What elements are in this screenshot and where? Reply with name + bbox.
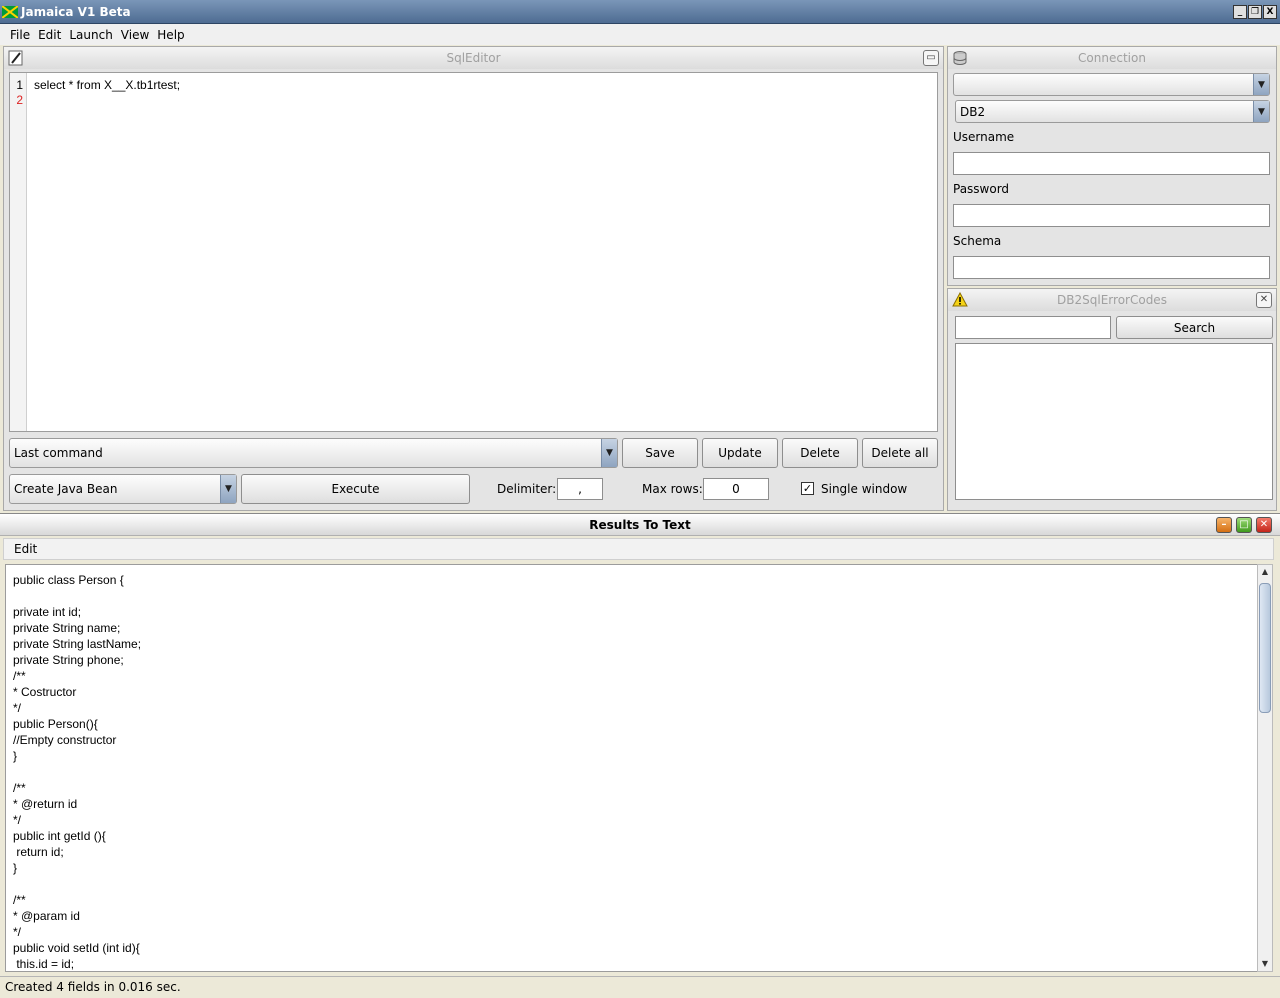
window-controls: _ ❐ X <box>1233 5 1277 19</box>
update-button[interactable]: Update <box>702 438 778 468</box>
execute-button[interactable]: Execute <box>241 474 470 504</box>
results-window: Results To Text – □ ✕ Edit public class … <box>0 513 1280 998</box>
password-field[interactable] <box>953 204 1270 227</box>
delimiter-field[interactable]: , <box>557 478 603 500</box>
menu-help[interactable]: Help <box>153 28 188 42</box>
chevron-down-icon[interactable]: ▼ <box>1253 101 1269 122</box>
max-rows-label: Max rows: <box>642 482 703 496</box>
window-title-bar: Jamaica V1 Beta _ ❐ X <box>0 0 1280 24</box>
menu-bar: File Edit Launch View Help <box>0 24 1280 45</box>
schema-field[interactable] <box>953 256 1270 279</box>
line-number-gutter: 1 2 <box>10 73 27 431</box>
results-text-area[interactable]: public class Person { private int id; pr… <box>5 564 1258 972</box>
delimiter-label: Delimiter: <box>497 482 557 496</box>
database-type-dropdown[interactable]: DB2 ▼ <box>955 100 1270 123</box>
sql-code[interactable]: select * from X__X.tb1rtest; <box>34 78 180 93</box>
sql-editor-title: SqlEditor <box>446 51 501 65</box>
schema-label: Schema <box>953 234 1002 248</box>
save-button[interactable]: Save <box>622 438 698 468</box>
close-window-icon[interactable]: ✕ <box>1256 517 1272 533</box>
username-field[interactable] <box>953 152 1270 175</box>
chevron-down-icon[interactable]: ▼ <box>220 475 236 503</box>
results-menu-bar: Edit <box>3 538 1274 560</box>
warning-icon <box>952 292 968 307</box>
generator-dropdown[interactable]: Create Java Bean ▼ <box>9 474 237 504</box>
connection-title-bar: Connection <box>948 47 1276 69</box>
last-command-dropdown[interactable]: Last command ▼ <box>9 438 618 468</box>
error-codes-title-bar: DB2SqlErrorCodes ✕ <box>948 289 1276 311</box>
username-label: Username <box>953 130 1015 144</box>
single-window-checkbox[interactable]: ✓ <box>801 482 814 495</box>
password-label: Password <box>953 182 1010 196</box>
chevron-down-icon[interactable]: ▼ <box>1253 74 1269 95</box>
line-number: 1 <box>16 78 23 92</box>
results-title-bar: Results To Text – □ ✕ <box>0 514 1280 536</box>
error-code-results-area[interactable] <box>955 343 1273 500</box>
menu-launch[interactable]: Launch <box>65 28 116 42</box>
scroll-down-icon[interactable]: ▼ <box>1258 957 1272 971</box>
chevron-down-icon[interactable]: ▼ <box>601 439 617 467</box>
max-rows-field[interactable]: 0 <box>703 478 769 500</box>
results-menu-edit[interactable]: Edit <box>14 542 37 556</box>
menu-edit[interactable]: Edit <box>34 28 65 42</box>
maximize-window-icon[interactable]: □ <box>1236 517 1252 533</box>
generator-value: Create Java Bean <box>14 482 118 496</box>
restore-button[interactable]: ❐ <box>1248 5 1262 19</box>
window-title: Jamaica V1 Beta <box>21 4 131 19</box>
edit-pencil-icon <box>8 50 23 66</box>
scroll-up-icon[interactable]: ▲ <box>1258 565 1272 579</box>
status-bar: Created 4 fields in 0.016 sec. <box>0 976 1280 998</box>
search-button[interactable]: Search <box>1116 316 1273 339</box>
results-title: Results To Text <box>589 518 691 532</box>
last-command-value: Last command <box>14 446 103 460</box>
jamaica-flag-icon <box>2 5 18 18</box>
close-button[interactable]: X <box>1263 5 1277 19</box>
database-type-value: DB2 <box>960 104 986 119</box>
generated-java-code[interactable]: public class Person { private int id; pr… <box>6 565 1257 971</box>
close-panel-icon[interactable]: ✕ <box>1256 292 1272 308</box>
delete-all-button[interactable]: Delete all <box>862 438 938 468</box>
scrollbar-thumb[interactable] <box>1259 583 1271 713</box>
maximize-panel-icon[interactable]: ▭ <box>923 50 939 66</box>
sql-editor-title-bar: SqlEditor ▭ <box>4 47 943 69</box>
connection-profile-dropdown[interactable]: ▼ <box>953 73 1270 96</box>
delete-button[interactable]: Delete <box>782 438 858 468</box>
sql-editor-area[interactable]: 1 2 select * from X__X.tb1rtest; <box>9 72 938 432</box>
single-window-label: Single window <box>821 482 908 496</box>
vertical-scrollbar[interactable]: ▲ ▼ <box>1257 564 1273 972</box>
minimize-window-icon[interactable]: – <box>1216 517 1232 533</box>
menu-view[interactable]: View <box>117 28 153 42</box>
line-number: 2 <box>16 93 23 107</box>
error-code-search-field[interactable] <box>955 316 1111 339</box>
connection-title: Connection <box>1078 51 1146 65</box>
error-codes-title: DB2SqlErrorCodes <box>1057 293 1167 307</box>
minimize-button[interactable]: _ <box>1233 5 1247 19</box>
database-icon <box>953 51 967 65</box>
menu-file[interactable]: File <box>6 28 34 42</box>
